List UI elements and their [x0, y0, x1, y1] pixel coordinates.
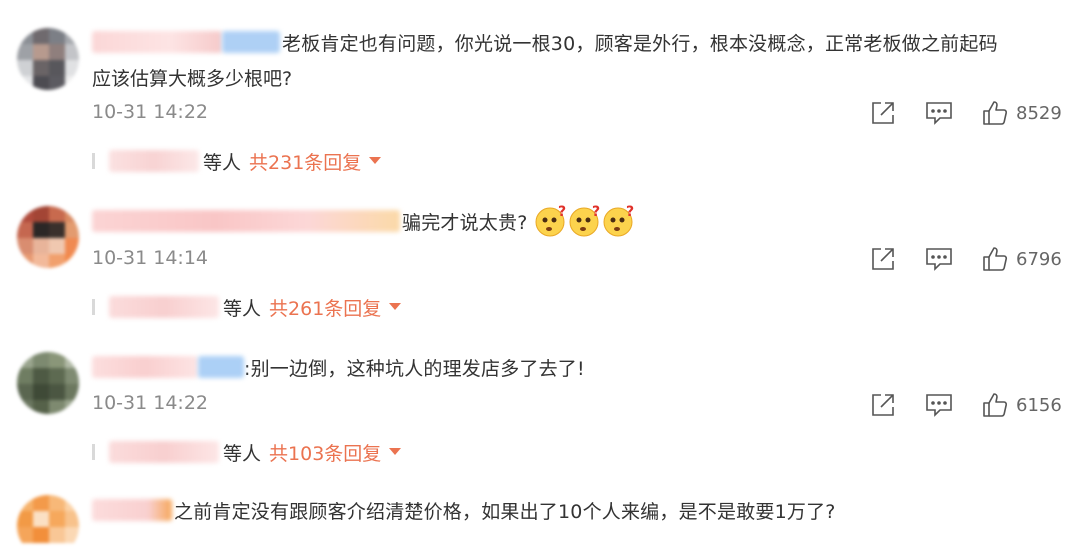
- username[interactable]: [92, 31, 222, 53]
- comment-text: 老板肯定也有问题，你光说一根30，顾客是外行，根本没概念，正常老板做之前起码: [282, 32, 998, 55]
- reply-users-suffix: 等人: [223, 442, 262, 465]
- confused-face-emoji: ?: [568, 204, 600, 237]
- share-icon[interactable]: [868, 244, 898, 274]
- comment-text: :别一边倒，这种坑人的理发店多了去了!: [244, 357, 585, 380]
- divider: [92, 153, 95, 169]
- svg-text:?: ?: [626, 205, 634, 220]
- avatar[interactable]: [17, 352, 79, 414]
- confused-face-emoji: ?: [602, 204, 634, 237]
- svg-text:?: ?: [592, 205, 600, 220]
- divider: [92, 299, 95, 315]
- reply-usernames: [109, 150, 199, 172]
- reply-usernames: [109, 441, 219, 463]
- reply-summary[interactable]: 等人 共231条回复: [92, 146, 382, 176]
- thumbs-up-icon[interactable]: [980, 244, 1010, 274]
- divider: [92, 444, 95, 460]
- username-badge: [222, 31, 280, 53]
- like-count: 6796: [1016, 248, 1062, 270]
- like-count: 8529: [1016, 102, 1062, 124]
- share-icon[interactable]: [868, 390, 898, 420]
- username[interactable]: [92, 210, 400, 232]
- thumbs-up-icon[interactable]: [980, 98, 1010, 128]
- avatar[interactable]: [17, 206, 79, 268]
- confused-face-emoji: ?: [534, 204, 566, 237]
- avatar[interactable]: [17, 495, 79, 557]
- username[interactable]: [92, 356, 198, 378]
- reply-count-link[interactable]: 共103条回复: [269, 439, 381, 466]
- reply-count-link[interactable]: 共261条回复: [269, 294, 381, 321]
- comment-icon[interactable]: [924, 98, 954, 128]
- avatar[interactable]: [17, 28, 79, 90]
- reply-users-suffix: 等人: [203, 151, 242, 174]
- comment-text-continued: 应该估算大概多少根吧?: [92, 68, 293, 90]
- caret-down-icon[interactable]: [389, 448, 402, 456]
- comment-time: 10-31 14:22: [92, 101, 209, 123]
- comment-text: 之前肯定没有跟顾客介绍清楚价格，如果出了10个人来编，是不是敢要1万了?: [174, 500, 836, 523]
- reply-summary[interactable]: 等人 共103条回复: [92, 437, 402, 467]
- like-count: 6156: [1016, 394, 1062, 416]
- reply-usernames: [109, 296, 219, 318]
- comment-icon[interactable]: [924, 390, 954, 420]
- comment-icon[interactable]: [924, 244, 954, 274]
- reply-summary[interactable]: 等人 共261条回复: [92, 292, 402, 322]
- username-badge: [198, 356, 244, 378]
- thumbs-up-icon[interactable]: [980, 390, 1010, 420]
- username[interactable]: [92, 499, 172, 521]
- reply-users-suffix: 等人: [223, 297, 262, 320]
- share-icon[interactable]: [868, 98, 898, 128]
- comment-text: 骗完才说太贵?: [402, 211, 528, 234]
- svg-text:?: ?: [558, 205, 566, 220]
- caret-down-icon[interactable]: [389, 303, 402, 311]
- comment-time: 10-31 14:14: [92, 247, 209, 269]
- caret-down-icon[interactable]: [369, 157, 382, 165]
- comment-time: 10-31 14:22: [92, 392, 209, 414]
- reply-count-link[interactable]: 共231条回复: [249, 148, 361, 175]
